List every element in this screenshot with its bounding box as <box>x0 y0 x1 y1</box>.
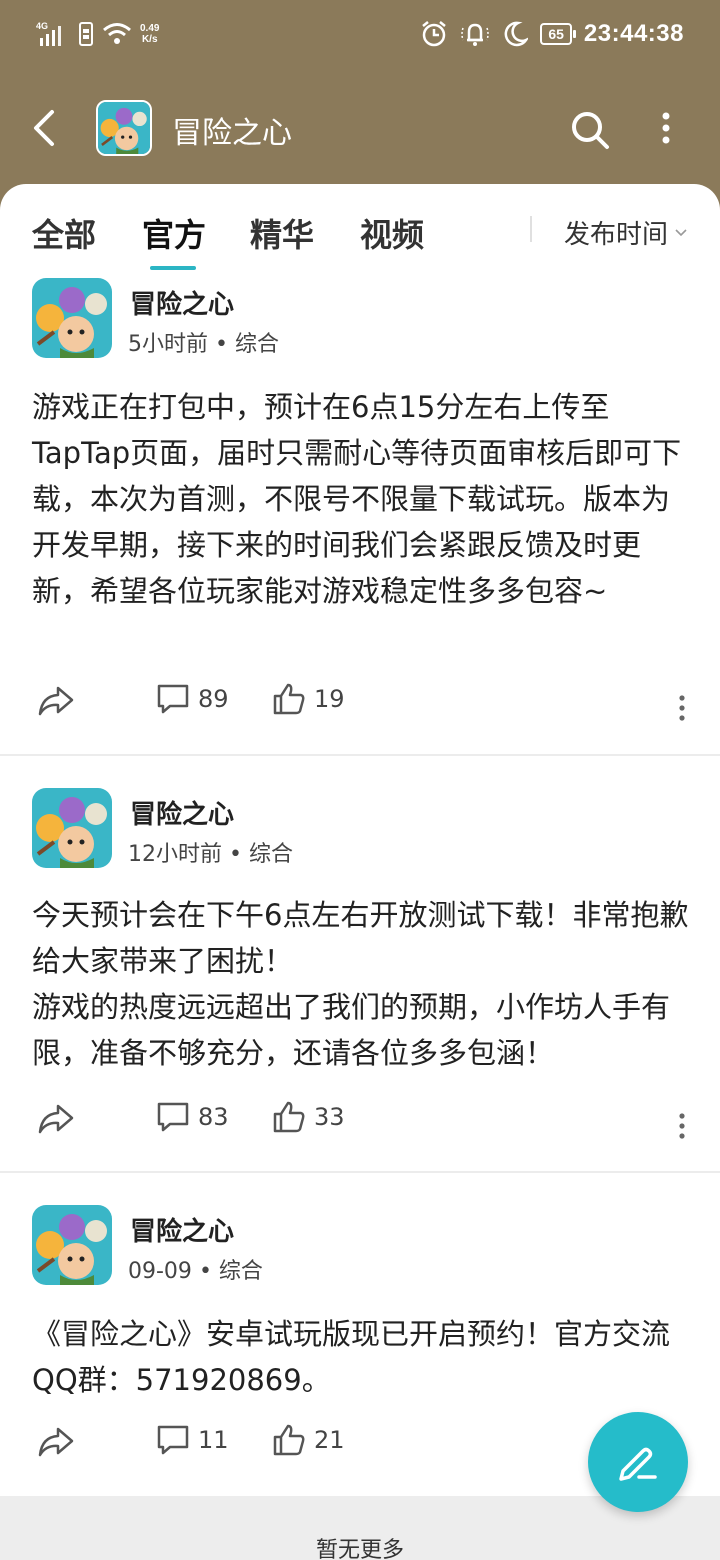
clock: 23:44:38 <box>583 20 684 47</box>
post-actions: 83 33 <box>0 1100 720 1150</box>
more-vertical-icon <box>679 1113 685 1139</box>
sort-dropdown[interactable]: 发布时间 <box>564 214 688 251</box>
post-category[interactable]: 综合 <box>219 1259 263 1284</box>
avatar[interactable] <box>32 788 112 868</box>
comment-icon <box>157 684 189 714</box>
tab-official[interactable]: 官方 <box>142 210 206 256</box>
post-content[interactable]: 今天预计会在下午6点左右开放测试下载！非常抱歉给大家带来了困扰！ 游戏的热度远远… <box>32 892 692 1076</box>
comment-count: 89 <box>198 685 229 713</box>
sim-icon <box>79 22 93 46</box>
comment-count: 11 <box>198 1426 229 1454</box>
signal-icon: 4G <box>36 21 61 46</box>
like-button[interactable]: 33 <box>272 1100 345 1134</box>
divider <box>530 216 532 242</box>
post-more-button[interactable] <box>672 688 692 728</box>
like-button[interactable]: 21 <box>272 1423 345 1457</box>
comment-button[interactable]: 89 <box>156 682 229 716</box>
content-sheet: 全部 官方 精华 视频 发布时间 冒险之心 5小时前 • 综合 游戏正在打包中，… <box>0 184 720 1560</box>
post-time: 09-09 <box>128 1259 192 1284</box>
post-content[interactable]: 游戏正在打包中，预计在6点15分左右上传至TapTap页面，届时只需耐心等待页面… <box>32 384 692 614</box>
app-header: 冒险之心 <box>0 74 720 184</box>
like-count: 19 <box>314 685 345 713</box>
like-icon <box>273 1101 305 1133</box>
comment-button[interactable]: 11 <box>156 1423 229 1457</box>
post-time: 12小时前 <box>128 842 222 867</box>
separator-dot: • <box>229 842 249 867</box>
post-meta: 12小时前 • 综合 <box>128 836 293 868</box>
back-button[interactable] <box>26 104 66 152</box>
post-category[interactable]: 综合 <box>249 842 293 867</box>
comment-button[interactable]: 83 <box>156 1100 229 1134</box>
sort-label: 发布时间 <box>564 220 669 250</box>
bell-muted-icon <box>461 23 490 46</box>
post-actions: 89 19 <box>0 682 720 732</box>
game-icon <box>96 100 152 156</box>
post-author[interactable]: 冒险之心 <box>130 1211 234 1248</box>
moon-icon <box>504 21 529 47</box>
separator-dot: • <box>198 1259 219 1284</box>
tab-video[interactable]: 视频 <box>360 210 424 256</box>
post-category[interactable]: 综合 <box>235 332 279 357</box>
more-menu-button[interactable] <box>654 106 678 154</box>
avatar[interactable] <box>32 1205 112 1285</box>
no-more-text: 暂无更多 <box>315 1538 404 1560</box>
compose-button[interactable] <box>588 1412 688 1512</box>
search-button[interactable] <box>568 108 612 152</box>
tab-featured[interactable]: 精华 <box>250 210 314 256</box>
like-button[interactable]: 19 <box>272 682 345 716</box>
comment-icon <box>157 1425 189 1455</box>
alarm-icon <box>422 21 447 47</box>
share-icon <box>38 1427 74 1457</box>
compose-icon <box>619 1447 657 1481</box>
divider <box>0 1171 720 1173</box>
share-icon <box>38 686 74 716</box>
post-author[interactable]: 冒险之心 <box>130 794 234 831</box>
svg-text:4G: 4G <box>36 21 48 31</box>
battery-indicator: 65 <box>540 23 576 45</box>
post-meta: 09-09 • 综合 <box>128 1253 263 1285</box>
like-count: 33 <box>314 1103 345 1131</box>
like-count: 21 <box>314 1426 345 1454</box>
share-button[interactable] <box>36 682 76 718</box>
more-vertical-icon <box>662 112 670 144</box>
like-icon <box>273 1424 305 1456</box>
more-vertical-icon <box>679 695 685 721</box>
page-title: 冒险之心 <box>172 116 292 151</box>
list-footer: 暂无更多 <box>0 1496 720 1560</box>
separator-dot: • <box>215 332 235 357</box>
tab-all[interactable]: 全部 <box>32 210 96 256</box>
active-tab-indicator <box>150 266 196 270</box>
divider <box>0 754 720 756</box>
post-more-button[interactable] <box>672 1106 692 1146</box>
post-author[interactable]: 冒险之心 <box>130 284 234 321</box>
tab-bar: 全部 官方 精华 视频 发布时间 <box>0 184 720 274</box>
like-icon <box>273 683 305 715</box>
back-arrow-icon <box>34 110 54 146</box>
wifi-icon <box>103 23 131 44</box>
share-icon <box>38 1104 74 1134</box>
comment-icon <box>157 1102 189 1132</box>
post-content[interactable]: 《冒险之心》安卓试玩版现已开启预约！官方交流QQ群：571920869。 <box>32 1311 692 1403</box>
share-button[interactable] <box>36 1100 76 1136</box>
chevron-down-icon <box>675 228 687 236</box>
avatar[interactable] <box>32 278 112 358</box>
search-icon <box>572 112 609 149</box>
network-speed: 0.49 K/s <box>140 23 160 45</box>
status-bar: 4G 0.49 K/s 65 23:44:38 <box>0 0 720 74</box>
share-button[interactable] <box>36 1423 76 1459</box>
post-time: 5小时前 <box>128 332 208 357</box>
comment-count: 83 <box>198 1103 229 1131</box>
post-meta: 5小时前 • 综合 <box>128 326 279 358</box>
